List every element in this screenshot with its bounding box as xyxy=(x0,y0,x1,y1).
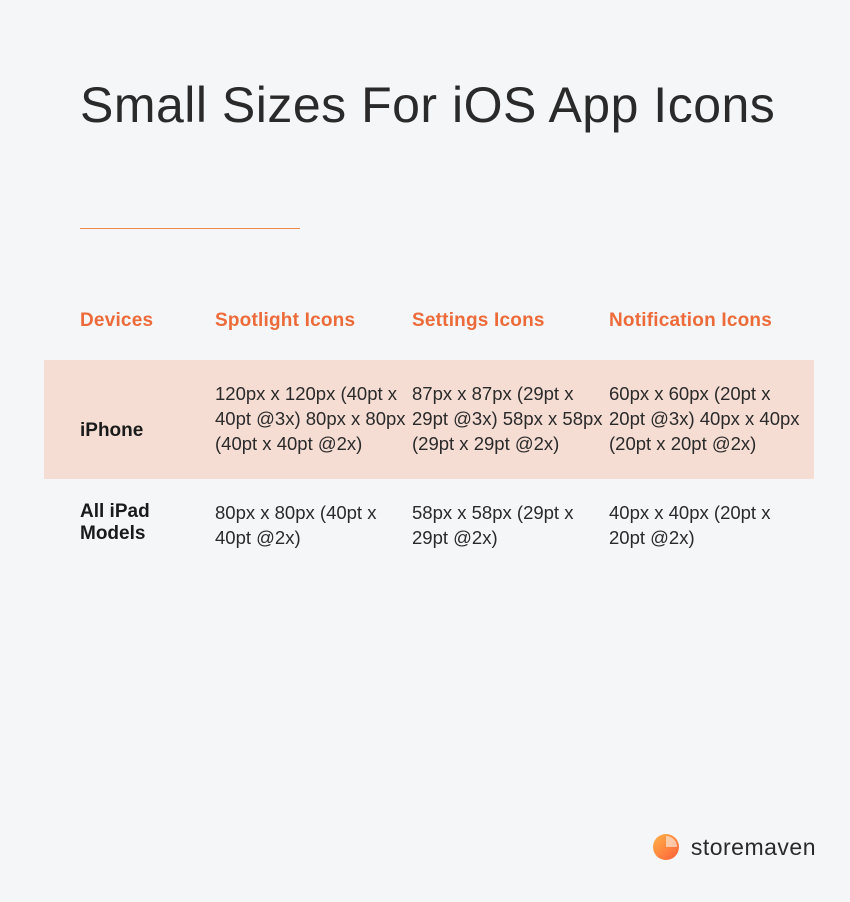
table-header-row: Devices Spotlight Icons Settings Icons N… xyxy=(44,310,814,360)
brand-logo: storemaven xyxy=(651,832,816,862)
notification-value: 40px x 40px (20pt x 20pt @2x) xyxy=(609,501,809,551)
header-settings: Settings Icons xyxy=(412,310,609,332)
header-devices: Devices xyxy=(80,310,215,332)
title-underline xyxy=(80,228,300,229)
header-notification: Notification Icons xyxy=(609,310,809,332)
storemaven-icon xyxy=(651,832,681,862)
device-name: iPhone xyxy=(80,382,215,442)
settings-value: 58px x 58px (29pt x 29pt @2x) xyxy=(412,501,609,551)
spotlight-value: 80px x 80px (40pt x 40pt @2x) xyxy=(215,501,412,551)
page-title: Small Sizes For iOS App Icons xyxy=(80,70,775,140)
spotlight-value: 120px x 120px (40pt x 40pt @3x) 80px x 8… xyxy=(215,382,412,457)
table-row: All iPad Models 80px x 80px (40pt x 40pt… xyxy=(44,479,814,573)
notification-value: 60px x 60px (20pt x 20pt @3x) 40px x 40p… xyxy=(609,382,809,457)
sizes-table: Devices Spotlight Icons Settings Icons N… xyxy=(44,310,814,573)
table-row: iPhone 120px x 120px (40pt x 40pt @3x) 8… xyxy=(44,360,814,479)
header-spotlight: Spotlight Icons xyxy=(215,310,412,332)
device-name: All iPad Models xyxy=(80,501,215,545)
settings-value: 87px x 87px (29pt x 29pt @3x) 58px x 58p… xyxy=(412,382,609,457)
brand-name: storemaven xyxy=(691,834,816,861)
